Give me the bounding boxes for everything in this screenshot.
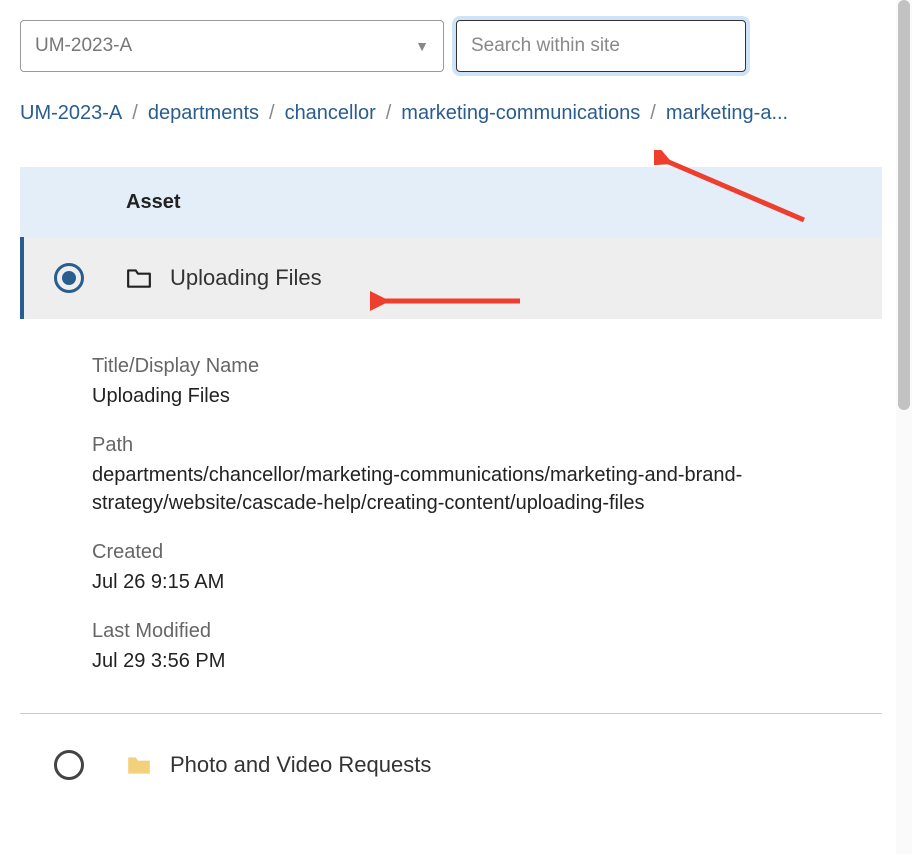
detail-created-value: Jul 26 9:15 AM xyxy=(92,568,862,596)
table-row[interactable]: Uploading Files xyxy=(20,237,882,319)
detail-title-value: Uploading Files xyxy=(92,382,862,410)
breadcrumb-separator: / xyxy=(386,102,392,125)
row-radio[interactable] xyxy=(54,750,84,780)
column-header-asset[interactable]: Asset xyxy=(126,191,180,214)
detail-path: Path departments/chancellor/marketing-co… xyxy=(92,434,862,517)
detail-created: Created Jul 26 9:15 AM xyxy=(92,541,862,596)
search-input[interactable] xyxy=(456,20,746,72)
detail-path-label: Path xyxy=(92,434,862,457)
breadcrumb-item-2[interactable]: chancellor xyxy=(285,102,376,125)
folder-solid-icon xyxy=(126,754,152,776)
folder-outline-icon xyxy=(126,267,152,289)
scrollbar-thumb[interactable] xyxy=(898,0,910,410)
breadcrumb-separator: / xyxy=(269,102,275,125)
table-row[interactable]: Photo and Video Requests xyxy=(20,724,882,806)
breadcrumb-item-1[interactable]: departments xyxy=(148,102,259,125)
asset-details-panel: Title/Display Name Uploading Files Path … xyxy=(20,319,882,714)
site-select-dropdown[interactable]: UM-2023-A ▼ xyxy=(20,20,444,72)
chevron-down-icon: ▼ xyxy=(415,38,429,54)
row-label: Photo and Video Requests xyxy=(170,752,431,778)
breadcrumb-item-0[interactable]: UM-2023-A xyxy=(20,102,122,125)
top-controls: UM-2023-A ▼ xyxy=(20,20,880,72)
detail-title-label: Title/Display Name xyxy=(92,355,862,378)
site-select-value: UM-2023-A xyxy=(35,35,132,57)
breadcrumb-separator: / xyxy=(650,102,656,125)
app-container: UM-2023-A ▼ UM-2023-A / departments / ch… xyxy=(0,0,880,806)
detail-created-label: Created xyxy=(92,541,862,564)
row-label: Uploading Files xyxy=(170,265,322,291)
breadcrumb-separator: / xyxy=(132,102,138,125)
breadcrumb-item-3[interactable]: marketing-communications xyxy=(401,102,640,125)
detail-modified-value: Jul 29 3:56 PM xyxy=(92,647,862,675)
row-radio-selected[interactable] xyxy=(54,263,84,293)
breadcrumb: UM-2023-A / departments / chancellor / m… xyxy=(20,102,880,125)
detail-modified-label: Last Modified xyxy=(92,620,862,643)
breadcrumb-item-4[interactable]: marketing-a... xyxy=(666,102,788,125)
detail-title: Title/Display Name Uploading Files xyxy=(92,355,862,410)
detail-modified: Last Modified Jul 29 3:56 PM xyxy=(92,620,862,675)
scrollbar-track[interactable] xyxy=(896,0,912,854)
table-header: Asset xyxy=(20,167,882,237)
detail-path-value: departments/chancellor/marketing-communi… xyxy=(92,461,862,517)
